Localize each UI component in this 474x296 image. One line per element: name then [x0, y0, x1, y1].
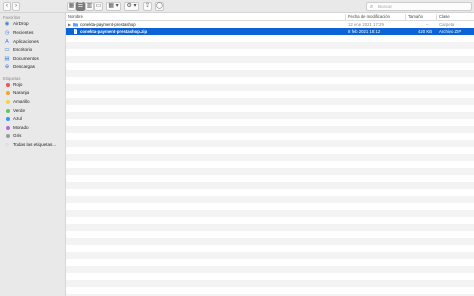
gear-icon: ⚙ ▾: [126, 3, 137, 9]
sidebar-item-label: Verde: [13, 108, 26, 113]
sidebar-tag-amarillo[interactable]: Amarillo: [2, 98, 64, 106]
sidebar-item-label: Rojo: [13, 82, 23, 87]
airdrop-icon: ◉: [4, 21, 10, 27]
sidebar-item-label: Amarillo: [13, 99, 30, 104]
file-date: 12 ene 2021 17:29: [348, 22, 384, 27]
sidebar-tag-verde[interactable]: Verde: [2, 107, 64, 115]
group-icon: ▦ ▾: [108, 3, 119, 9]
clock-icon: ◷: [4, 30, 10, 36]
file-name: conekta-payment-prestashop: [80, 22, 136, 27]
tag-icon: ◯: [156, 3, 163, 9]
sidebar-item-label: Todas las etiquetas...: [13, 142, 57, 147]
column-separator: [405, 14, 406, 20]
sidebar-item-label: Escritorio: [13, 47, 33, 52]
share-icon: ⇪: [144, 3, 151, 9]
applications-icon: A: [5, 39, 9, 45]
gallery-view-icon: ▭: [95, 3, 102, 9]
sidebar-tag-naranja[interactable]: Naranja: [2, 89, 64, 97]
file-name: conekta-payment-prestashop.zip: [80, 29, 148, 34]
tag-dot: [6, 117, 10, 121]
sidebar-item-label: Gris: [13, 133, 22, 138]
group-button[interactable]: ▦ ▾: [106, 2, 121, 11]
sidebar-item-label: Descargas: [13, 64, 35, 69]
table-row[interactable]: ▶ conekta-payment-prestashop 12 ene 2021…: [66, 21, 474, 28]
column-date[interactable]: Fecha de modificación: [348, 13, 390, 21]
back-button[interactable]: ‹: [3, 2, 11, 11]
zip-file-icon: [74, 29, 77, 34]
sidebar-tag-rojo[interactable]: Rojo: [2, 81, 64, 89]
file-size: --: [426, 22, 429, 27]
column-separator: [436, 14, 437, 20]
search-placeholder: Buscar: [378, 4, 393, 9]
column-separator: [345, 14, 346, 20]
file-list: Nombre Fecha de modificación Tamaño Clas…: [66, 13, 474, 296]
file-kind: Archivo ZIP: [439, 29, 462, 34]
sidebar-tag-gris[interactable]: Gris: [2, 132, 64, 140]
sidebar-tag-morado[interactable]: Morado: [2, 124, 64, 132]
search-icon: ⌕: [370, 4, 374, 10]
tag-dot: [6, 126, 10, 130]
downloads-icon: ⊕: [4, 64, 10, 70]
sidebar-item-documentos[interactable]: ▤ Documentos: [2, 55, 64, 63]
column-name[interactable]: Nombre: [68, 13, 83, 21]
disclosure-triangle-icon[interactable]: ▶: [68, 21, 71, 28]
tag-dot: [6, 100, 10, 104]
all-tags-icon: ◌: [5, 142, 9, 148]
column-view-button[interactable]: ▥: [85, 2, 94, 11]
sidebar-item-escritorio[interactable]: ▭ Escritorio: [2, 46, 64, 54]
list-view-icon: ☰: [77, 3, 84, 9]
column-size[interactable]: Tamaño: [408, 13, 423, 21]
column-kind[interactable]: Clase: [439, 13, 450, 21]
list-view-button[interactable]: ☰: [76, 2, 85, 11]
back-icon: ‹: [6, 3, 8, 9]
forward-icon: ›: [15, 3, 17, 9]
gallery-view-button[interactable]: ▭: [94, 2, 103, 11]
sidebar-item-airdrop[interactable]: ◉ AirDrop: [2, 20, 64, 28]
toolbar: ‹ › ▦ ☰ ▥ ▭ ▦ ▾ ⚙ ▾ ⇪ ◯ ⌕ Buscar: [0, 0, 474, 13]
file-size: 420 KB: [418, 29, 433, 34]
list-background: [66, 21, 474, 296]
sidebar-item-label: Naranja: [13, 90, 30, 95]
search-field[interactable]: ⌕ Buscar: [366, 2, 472, 11]
column-header: Nombre Fecha de modificación Tamaño Clas…: [66, 13, 474, 21]
tag-dot: [6, 83, 10, 87]
tag-dot: [6, 109, 10, 113]
sidebar-item-label: AirDrop: [13, 21, 29, 26]
column-view-icon: ▥: [86, 3, 93, 9]
sidebar-item-label: Morado: [13, 125, 29, 130]
documents-icon: ▤: [4, 56, 10, 62]
file-kind: Carpeta: [439, 22, 455, 27]
tag-dot: [6, 134, 10, 138]
tag-dot: [6, 91, 10, 95]
sidebar-item-recientes[interactable]: ◷ Recientes: [2, 29, 64, 37]
sidebar-item-label: Aplicaciones: [13, 39, 39, 44]
tag-button[interactable]: ◯: [155, 2, 164, 11]
sidebar-item-label: Documentos: [13, 56, 39, 61]
file-date: 8 feb 2021 18:12: [348, 29, 381, 34]
sidebar-all-tags[interactable]: ◌ Todas las etiquetas...: [2, 141, 64, 149]
table-row[interactable]: conekta-payment-prestashop.zip 8 feb 202…: [66, 28, 474, 35]
sidebar: Favoritos ◉ AirDrop ◷ Recientes A Aplica…: [0, 13, 66, 296]
forward-button[interactable]: ›: [12, 2, 20, 11]
desktop-icon: ▭: [4, 47, 10, 53]
folder-icon: [73, 23, 78, 27]
sidebar-tag-azul[interactable]: Azul: [2, 115, 64, 123]
sidebar-item-descargas[interactable]: ⊕ Descargas: [2, 63, 64, 71]
sidebar-item-label: Azul: [13, 116, 22, 121]
sidebar-item-aplicaciones[interactable]: A Aplicaciones: [2, 38, 64, 46]
icon-view-button[interactable]: ▦: [67, 2, 76, 11]
sidebar-item-label: Recientes: [13, 30, 34, 35]
action-button[interactable]: ⚙ ▾: [124, 2, 139, 11]
share-button[interactable]: ⇪: [143, 2, 152, 11]
icon-view-icon: ▦: [68, 3, 75, 9]
